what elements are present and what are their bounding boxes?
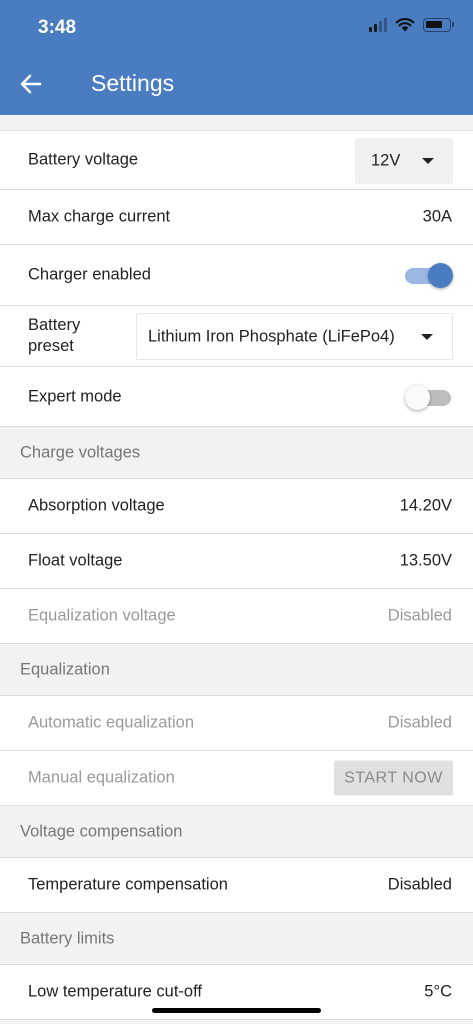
status-icons [369, 18, 454, 32]
settings-list: Battery voltage 12V Max charge current 3… [0, 130, 473, 1020]
float-voltage-label: Float voltage [28, 551, 123, 570]
battery-voltage-select[interactable]: 12V [355, 138, 453, 184]
max-charge-current-label: Max charge current [28, 207, 171, 226]
automatic-equalization-row: Automatic equalization Disabled [0, 696, 473, 751]
wifi-icon [395, 18, 415, 32]
manual-equalization-row: Manual equalization START NOW [0, 751, 473, 806]
section-title: Equalization [20, 660, 110, 678]
arrow-left-icon[interactable] [18, 71, 44, 97]
equalization-voltage-row: Equalization voltage Disabled [0, 589, 473, 644]
charger-enabled-row[interactable]: Charger enabled [0, 245, 473, 306]
battery-status-icon [423, 18, 454, 32]
max-charge-current-value: 30A [422, 207, 452, 226]
automatic-equalization-value: Disabled [387, 713, 452, 732]
section-title: Voltage compensation [20, 822, 183, 840]
float-voltage-row[interactable]: Float voltage 13.50V [0, 534, 473, 589]
section-header-charge-voltages: Charge voltages [0, 427, 473, 479]
battery-preset-label: Battery preset [28, 315, 80, 357]
home-indicator[interactable] [152, 1008, 321, 1013]
low-temperature-cutoff-value: 5°C [424, 982, 452, 1001]
battery-voltage-row[interactable]: Battery voltage 12V [0, 130, 473, 190]
temperature-compensation-label: Temperature compensation [28, 875, 228, 894]
absorption-voltage-label: Absorption voltage [28, 496, 165, 515]
cellular-signal-icon [369, 18, 387, 32]
battery-preset-label-line1: Battery [28, 316, 81, 334]
section-header-voltage-compensation: Voltage compensation [0, 806, 473, 858]
temperature-compensation-row[interactable]: Temperature compensation Disabled [0, 858, 473, 913]
battery-preset-row[interactable]: Battery preset Lithium Iron Phosphate (Li… [0, 306, 473, 367]
automatic-equalization-label: Automatic equalization [28, 713, 195, 732]
expert-mode-row[interactable]: Expert mode [0, 367, 473, 427]
app-header: 3:48 Settings [0, 0, 473, 115]
battery-voltage-value: 12V [371, 151, 401, 170]
charger-enabled-toggle[interactable] [405, 262, 453, 288]
section-header-equalization: Equalization [0, 644, 473, 696]
battery-preset-label-line2: preset [28, 337, 74, 355]
chevron-down-icon [421, 333, 433, 340]
status-time: 3:48 [38, 17, 77, 38]
max-charge-current-row[interactable]: Max charge current 30A [0, 190, 473, 245]
toggle-thumb [428, 263, 453, 288]
section-title: Battery limits [20, 929, 115, 947]
float-voltage-value: 13.50V [399, 551, 452, 570]
chevron-down-icon [422, 158, 434, 164]
page-title: Settings [91, 70, 175, 96]
battery-preset-value: Lithium Iron Phosphate (LiFePo4) [148, 327, 395, 345]
section-header-battery-limits: Battery limits [0, 913, 473, 965]
start-now-button[interactable]: START NOW [334, 760, 453, 796]
absorption-voltage-row[interactable]: Absorption voltage 14.20V [0, 479, 473, 534]
equalization-voltage-value: Disabled [387, 606, 452, 625]
battery-preset-select[interactable]: Lithium Iron Phosphate (LiFePo4) [136, 313, 453, 360]
absorption-voltage-value: 14.20V [399, 496, 452, 515]
expert-mode-label: Expert mode [28, 387, 122, 405]
battery-voltage-label: Battery voltage [28, 150, 139, 169]
toggle-thumb [405, 384, 430, 410]
equalization-voltage-label: Equalization voltage [28, 606, 176, 625]
low-temperature-cutoff-label: Low temperature cut-off [28, 982, 202, 1001]
temperature-compensation-value: Disabled [387, 875, 452, 894]
manual-equalization-label: Manual equalization [28, 768, 175, 787]
section-title: Charge voltages [20, 443, 141, 461]
charger-enabled-label: Charger enabled [28, 265, 151, 284]
expert-mode-toggle[interactable] [405, 384, 453, 410]
